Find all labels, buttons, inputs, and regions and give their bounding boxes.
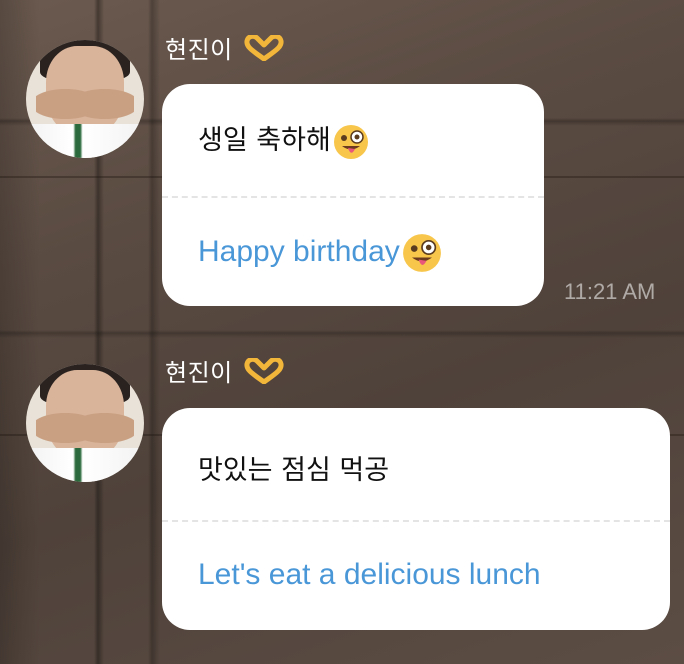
message-translation-text: Happy birthday [198,233,442,273]
translation-divider [162,520,670,522]
sender-name[interactable]: 현진이 [165,353,285,388]
heart-hands-icon [244,33,284,62]
winking-face-with-tongue-icon [402,234,441,272]
message-original-text: 생일 축하해 [198,118,369,160]
sender-avatar[interactable] [26,40,144,158]
message-original-text: 맛있는 점심 먹공 [198,455,390,486]
sender-name[interactable]: 현진이 [165,30,285,65]
sender-name-text: 현진이 [165,359,233,387]
message-bubble[interactable]: 맛있는 점심 먹공 Let's eat a delicious lunch [162,408,670,630]
heart-hands-icon [244,356,284,385]
message-bubble[interactable]: 생일 축하해 Happy birthday [162,84,544,306]
sender-avatar[interactable] [26,364,144,482]
translation-divider [162,196,544,198]
sender-name-text: 현진이 [165,36,233,64]
message-timestamp: 11:21 AM [564,279,656,304]
message-translation-text: Let's eat a delicious lunch [198,558,541,591]
winking-face-with-tongue-icon [333,124,368,159]
